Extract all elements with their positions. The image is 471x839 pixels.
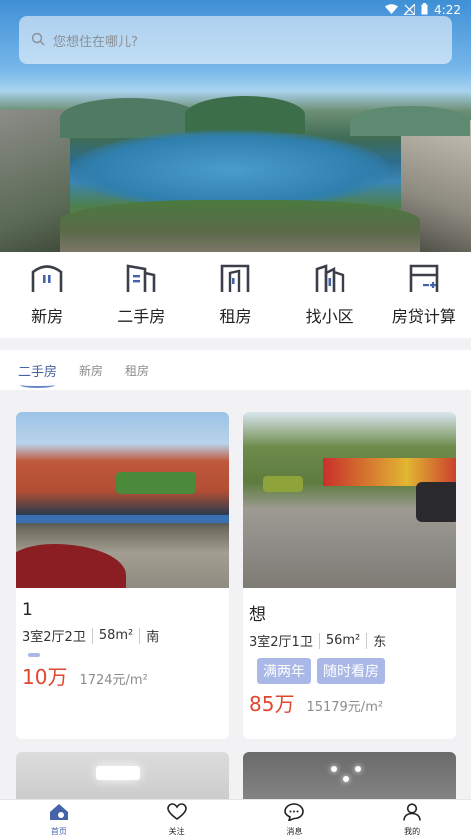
mortgage-calculator-icon	[408, 263, 440, 297]
category-mortgage[interactable]: 房贷计算	[379, 263, 469, 327]
category-row: 新房 二手房 租房 找小区 房贷计算	[0, 252, 471, 338]
listing-price-row: 10万 1724元/m²	[22, 661, 229, 690]
heart-icon	[166, 802, 187, 825]
user-icon	[402, 802, 422, 825]
listing-tags: 满两年 随时看房	[257, 658, 456, 684]
category-label: 找小区	[305, 307, 354, 326]
nav-label: 首页	[50, 826, 67, 836]
divider	[366, 632, 368, 649]
listing-title: 1	[22, 600, 33, 620]
divider	[139, 627, 141, 644]
nav-messages[interactable]: 消息	[264, 802, 324, 837]
category-label: 房贷计算	[391, 307, 456, 326]
nav-label: 我的	[404, 826, 421, 836]
hero-lake	[70, 130, 390, 210]
listing-tag: 随时看房	[317, 658, 385, 684]
listing-layout: 3室2厅2卫	[22, 630, 86, 645]
home-icon	[49, 803, 69, 825]
category-label: 二手房	[117, 307, 166, 326]
listing-title: 想	[249, 605, 266, 625]
category-community[interactable]: 找小区	[285, 263, 375, 327]
listing-area: 58m²	[98, 628, 134, 643]
listing-orientation: 东	[373, 635, 387, 650]
category-label: 租房	[219, 307, 252, 326]
listing-price: 10万	[22, 665, 68, 689]
status-time: 4:22	[434, 3, 461, 17]
category-rent[interactable]: 租房	[190, 263, 280, 327]
nav-profile[interactable]: 我的	[382, 802, 442, 837]
battery-icon	[421, 3, 428, 17]
tab-second-hand[interactable]: 二手房	[18, 357, 57, 388]
hero-mountain	[350, 106, 470, 136]
photo-ceiling-light	[96, 766, 140, 780]
listing-specs: 3室2厅1卫 56m² 东	[249, 631, 456, 650]
message-icon	[284, 802, 305, 825]
second-hand-house-icon	[125, 263, 157, 297]
bottom-nav: 首页 关注 消息 我的	[0, 799, 471, 839]
photo-car	[416, 482, 456, 522]
listing-unit-price: 15179元/m²	[306, 700, 384, 715]
photo-ceiling-spot	[343, 776, 349, 782]
category-new-house[interactable]: 新房	[2, 263, 92, 327]
listing-area: 56m²	[325, 633, 361, 648]
hero-mountain	[185, 96, 305, 134]
search-icon	[31, 31, 45, 50]
divider	[91, 627, 93, 644]
nav-follow[interactable]: 关注	[147, 802, 207, 837]
listing-tag: 满两年	[257, 658, 311, 684]
listing-unit-price: 1724元/m²	[79, 673, 148, 688]
photo-car	[263, 476, 303, 492]
category-second-hand[interactable]: 二手房	[96, 263, 186, 327]
nav-label: 消息	[286, 826, 303, 836]
category-label: 新房	[31, 307, 64, 326]
nav-home[interactable]: 首页	[29, 803, 89, 837]
listing-card[interactable]: 1 3室2厅2卫 58m² 南 10万 1724元/m²	[16, 412, 229, 739]
photo-ceiling-spot	[355, 766, 361, 772]
listing-specs: 3室2厅2卫 58m² 南	[22, 626, 229, 645]
photo-ceiling-spot	[331, 766, 337, 772]
listing-tabs: 二手房 新房 租房	[0, 350, 471, 390]
listing-photo	[243, 412, 456, 588]
signal-icon	[402, 1, 416, 17]
listing-photo	[16, 412, 229, 588]
new-house-icon	[31, 263, 63, 297]
tab-rent[interactable]: 租房	[125, 358, 149, 383]
search-placeholder: 您想住在哪儿?	[53, 34, 138, 50]
listing-price: 85万	[249, 692, 295, 716]
nav-label: 关注	[168, 826, 185, 836]
listing-layout: 3室2厅1卫	[249, 635, 313, 650]
search-bar[interactable]: 您想住在哪儿?	[19, 16, 452, 64]
community-icon	[314, 263, 346, 297]
photo-rail	[16, 515, 229, 523]
hero-shore	[60, 200, 420, 252]
photo-gate	[116, 472, 196, 494]
listing-tag-placeholder	[28, 653, 40, 657]
rent-house-icon	[219, 263, 251, 297]
divider	[318, 632, 320, 649]
listing-orientation: 南	[146, 630, 160, 645]
listing-price-row: 85万 15179元/m²	[249, 688, 456, 717]
wifi-icon	[385, 3, 399, 17]
tab-new-house[interactable]: 新房	[79, 358, 103, 383]
photo-car	[16, 544, 126, 588]
listing-card[interactable]: 想 3室2厅1卫 56m² 东 满两年 随时看房 85万 15179元/m²	[243, 412, 456, 739]
